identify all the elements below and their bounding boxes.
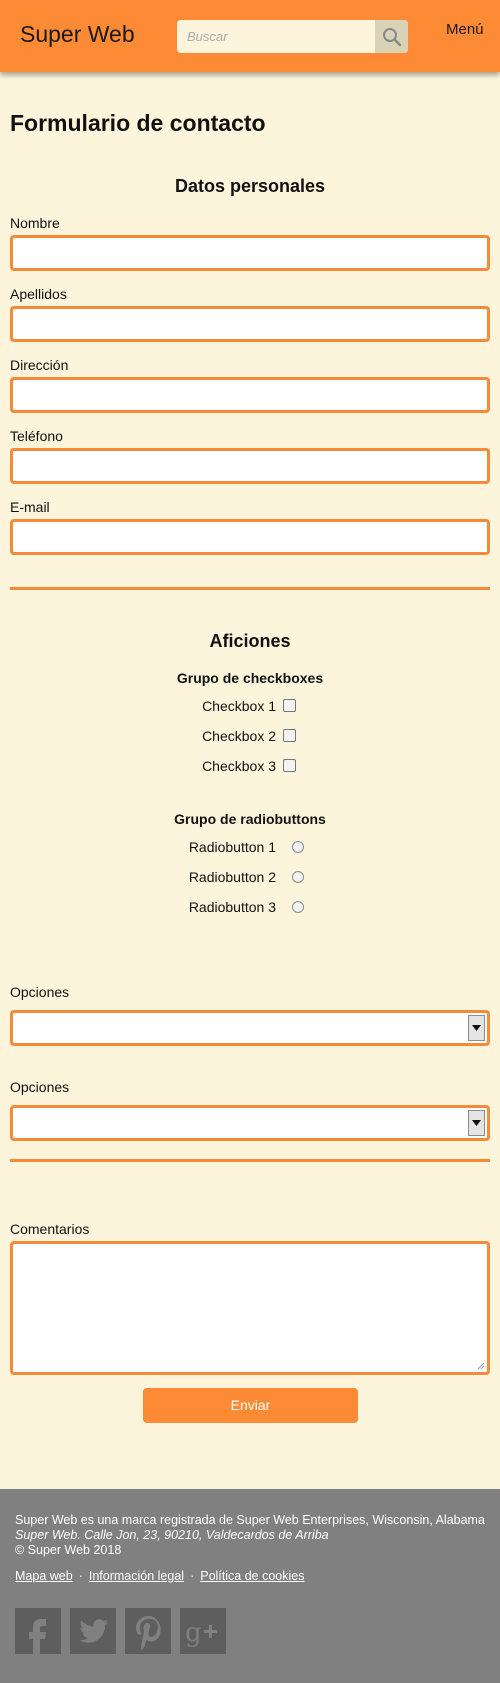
radiobutton-1[interactable] [292, 841, 304, 853]
radio-group-title: Grupo de radiobuttons [174, 811, 326, 827]
resize-grip-icon[interactable] [477, 1362, 485, 1370]
checkbox-2[interactable] [283, 729, 296, 742]
checkbox-row: Checkbox 2 [0, 727, 500, 747]
twitter-icon[interactable] [70, 1608, 116, 1654]
comentarios-textarea[interactable] [10, 1241, 490, 1375]
email-field[interactable] [10, 519, 490, 555]
apellidos-field[interactable] [10, 306, 490, 342]
facebook-icon[interactable] [15, 1608, 61, 1654]
checkbox-row: Checkbox 1 [0, 697, 500, 717]
checkbox-label: Checkbox 2 [202, 728, 276, 744]
google-plus-icon[interactable]: g [180, 1608, 226, 1654]
divider [10, 1159, 490, 1162]
checkbox-group-title: Grupo de checkboxes [176, 670, 324, 686]
label-opciones-1: Opciones [10, 984, 70, 1000]
nombre-field[interactable] [10, 235, 490, 271]
select-arrow[interactable] [468, 1015, 485, 1041]
divider [10, 587, 490, 590]
checkbox-label: Checkbox 1 [202, 698, 276, 714]
radio-row: Radiobutton 2 [0, 868, 500, 888]
chevron-down-icon [472, 1120, 481, 1126]
radiobutton-3[interactable] [292, 901, 304, 913]
page-title: Formulario de contacto [10, 110, 266, 136]
link-informacion-legal[interactable]: Información legal [89, 1569, 184, 1583]
menu-button[interactable]: Menú [446, 21, 484, 38]
radio-label: Radiobutton 3 [188, 899, 276, 915]
radio-label: Radiobutton 2 [188, 869, 276, 885]
telefono-field[interactable] [10, 448, 490, 484]
search-input[interactable] [177, 20, 375, 53]
radiobutton-2[interactable] [292, 871, 304, 883]
footer: Super Web es una marca registrada de Sup… [0, 1489, 500, 1683]
brand-logo[interactable]: Super Web [20, 21, 135, 48]
label-comentarios: Comentarios [10, 1221, 90, 1237]
label-email: E-mail [10, 499, 50, 515]
label-telefono: Teléfono [10, 428, 63, 444]
footer-links: Mapa web · Información legal · Política de c… [15, 1569, 305, 1583]
label-nombre: Nombre [10, 215, 60, 231]
radio-label: Radiobutton 1 [188, 839, 276, 855]
label-opciones-2: Opciones [10, 1079, 70, 1095]
checkbox-label: Checkbox 3 [202, 758, 276, 774]
checkbox-3[interactable] [283, 759, 296, 772]
label-apellidos: Apellidos [10, 286, 67, 302]
header: Super Web Menú [0, 0, 500, 72]
chevron-down-icon [472, 1025, 481, 1031]
search-icon [382, 27, 401, 46]
label-direccion: Dirección [10, 357, 69, 373]
radio-row: Radiobutton 3 [0, 898, 500, 918]
footer-address: Super Web. Calle Jon, 23, 90210, Valdeca… [15, 1528, 329, 1542]
link-politica-cookies[interactable]: Política de cookies [200, 1569, 304, 1583]
search-button[interactable] [375, 20, 408, 53]
section-title-personal: Datos personales [174, 176, 326, 196]
opciones-select-1[interactable] [10, 1010, 490, 1046]
select-arrow[interactable] [468, 1110, 485, 1136]
search-box [177, 20, 408, 53]
opciones-select-2[interactable] [10, 1105, 490, 1141]
svg-text:g: g [185, 1618, 202, 1648]
checkbox-1[interactable] [283, 699, 296, 712]
pinterest-icon[interactable] [125, 1608, 171, 1654]
link-mapa-web[interactable]: Mapa web [15, 1569, 73, 1583]
submit-button[interactable]: Enviar [143, 1388, 358, 1423]
direccion-field[interactable] [10, 377, 490, 413]
radio-row: Radiobutton 1 [0, 838, 500, 858]
footer-copyright: © Super Web 2018 [15, 1543, 122, 1557]
footer-trademark: Super Web es una marca registrada de Sup… [15, 1513, 485, 1527]
section-title-hobbies: Aficiones [209, 631, 291, 651]
checkbox-row: Checkbox 3 [0, 757, 500, 777]
